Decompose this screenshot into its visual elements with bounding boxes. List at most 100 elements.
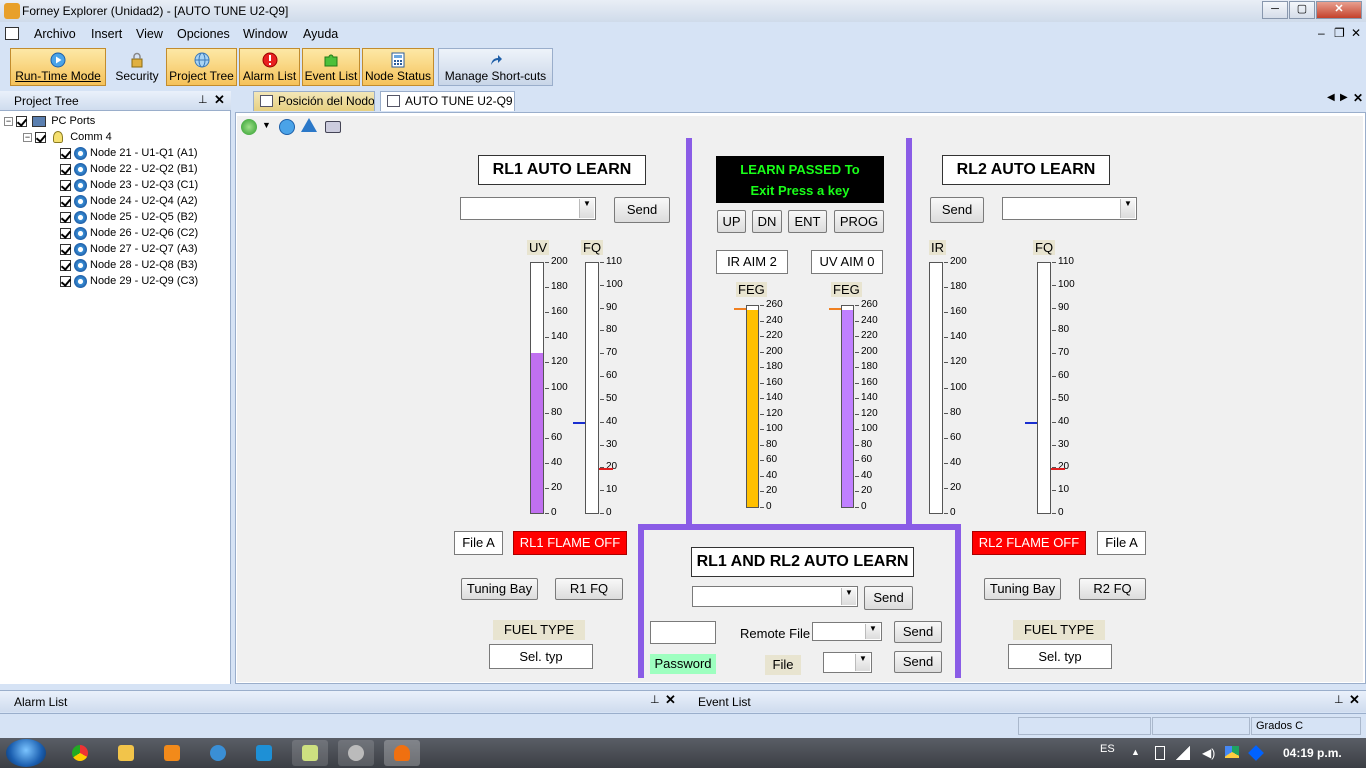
rl1-fuel-type-select[interactable]: Sel. typ bbox=[489, 644, 593, 669]
tree-comm[interactable]: − Comm 4 bbox=[4, 129, 198, 145]
file-select[interactable]: ▼ bbox=[823, 652, 872, 673]
pin-icon[interactable]: ⊥ bbox=[650, 693, 660, 706]
rl1-send-button[interactable]: Send bbox=[614, 197, 670, 223]
menu-insert[interactable]: Insert bbox=[91, 27, 122, 41]
refresh-icon[interactable] bbox=[241, 119, 257, 135]
checkbox[interactable] bbox=[60, 275, 71, 287]
checkbox[interactable] bbox=[60, 211, 71, 223]
rl2-tuning-bay-button[interactable]: Tuning Bay bbox=[984, 578, 1061, 600]
app-taskbar-button[interactable] bbox=[200, 740, 236, 766]
mdi-restore-button[interactable]: ❐ bbox=[1334, 26, 1345, 40]
drive-icon[interactable] bbox=[1225, 746, 1239, 758]
key-ent-button[interactable]: ENT bbox=[788, 210, 827, 233]
app2-taskbar-button[interactable] bbox=[246, 740, 282, 766]
rl2-command-select[interactable]: ▼ bbox=[1002, 197, 1137, 220]
battery-icon[interactable] bbox=[1155, 746, 1165, 760]
rl1-fq-button[interactable]: R1 FQ bbox=[555, 578, 623, 600]
close-icon[interactable]: ✕ bbox=[665, 692, 676, 708]
rl1-tuning-bay-button[interactable]: Tuning Bay bbox=[461, 578, 538, 600]
play-icon[interactable] bbox=[279, 119, 295, 135]
event-list-tab[interactable]: Event List bbox=[698, 695, 751, 709]
checkbox[interactable] bbox=[60, 147, 71, 159]
dropdown-arrow-icon[interactable]: ▼ bbox=[262, 120, 271, 130]
alarm-list-tab[interactable]: Alarm List bbox=[14, 695, 67, 709]
mdi-close-button[interactable]: ✕ bbox=[1351, 26, 1361, 40]
mdi-minimize-button[interactable]: – bbox=[1318, 26, 1325, 40]
security-button[interactable]: Security bbox=[110, 48, 164, 86]
menu-archivo[interactable]: Archivo bbox=[34, 27, 76, 41]
menu-window[interactable]: Window bbox=[243, 27, 287, 41]
maximize-button[interactable]: ▢ bbox=[1289, 1, 1315, 19]
checkbox[interactable] bbox=[60, 195, 71, 207]
rl2-file-box[interactable]: File A bbox=[1097, 531, 1146, 555]
tab-close-icon[interactable]: ✕ bbox=[1353, 91, 1363, 105]
key-up-button[interactable]: UP bbox=[717, 210, 746, 233]
alarm-list-button[interactable]: Alarm List bbox=[239, 48, 300, 86]
combined-command-select[interactable]: ▼ bbox=[692, 586, 858, 607]
checkbox[interactable] bbox=[60, 243, 71, 255]
media-taskbar-button[interactable] bbox=[154, 740, 190, 766]
rl2-fuel-type-select[interactable]: Sel. typ bbox=[1008, 644, 1112, 669]
collapse-icon[interactable]: − bbox=[23, 132, 32, 142]
combined-send-button[interactable]: Send bbox=[864, 586, 913, 610]
close-button[interactable]: ✕ bbox=[1316, 1, 1362, 19]
checkbox[interactable] bbox=[60, 163, 71, 175]
remote-file-send-button[interactable]: Send bbox=[894, 621, 942, 643]
close-panel-icon[interactable]: ✕ bbox=[214, 92, 225, 108]
tab-auto-tune[interactable]: AUTO TUNE U2-Q9 bbox=[380, 91, 515, 111]
rl1-file-box[interactable]: File A bbox=[454, 531, 503, 555]
event-list-button[interactable]: Event List bbox=[302, 48, 360, 86]
tree-node-item[interactable]: Node 28 - U2-Q8 (B3) bbox=[60, 257, 198, 273]
minimize-button[interactable]: ─ bbox=[1262, 1, 1288, 19]
password-input[interactable] bbox=[650, 621, 716, 644]
app3-taskbar-button[interactable] bbox=[292, 740, 328, 766]
key-prog-button[interactable]: PROG bbox=[834, 210, 884, 233]
close-icon[interactable]: ✕ bbox=[1349, 692, 1360, 708]
volume-icon[interactable]: ◀) bbox=[1202, 746, 1215, 760]
paint-taskbar-button[interactable] bbox=[338, 740, 374, 766]
pin-icon[interactable]: ⊥ bbox=[1334, 693, 1344, 706]
remote-file-select[interactable]: ▼ bbox=[812, 622, 882, 641]
project-tree-button[interactable]: Project Tree bbox=[166, 48, 237, 86]
rl1-command-select[interactable]: ▼ bbox=[460, 197, 596, 220]
tree-node-item[interactable]: Node 24 - U2-Q4 (A2) bbox=[60, 193, 198, 209]
manage-shortcuts-button[interactable]: Manage Short-cuts bbox=[438, 48, 553, 86]
tab-scroll-left-icon[interactable]: ◀ bbox=[1327, 92, 1335, 103]
key-dn-button[interactable]: DN bbox=[752, 210, 782, 233]
language-indicator[interactable]: ES bbox=[1100, 743, 1115, 755]
node-status-button[interactable]: Node Status bbox=[362, 48, 434, 86]
menu-view[interactable]: View bbox=[136, 27, 163, 41]
upload-icon[interactable] bbox=[301, 118, 317, 132]
tree-node-item[interactable]: Node 21 - U1-Q1 (A1) bbox=[60, 145, 198, 161]
pin-icon[interactable]: ⊥ bbox=[198, 93, 208, 106]
tree-node-item[interactable]: Node 23 - U2-Q3 (C1) bbox=[60, 177, 198, 193]
tree-node-item[interactable]: Node 27 - U2-Q7 (A3) bbox=[60, 241, 198, 257]
run-time-mode-button[interactable]: Run-Time Mode bbox=[10, 48, 106, 86]
checkbox[interactable] bbox=[60, 259, 71, 271]
tree-node-item[interactable]: Node 29 - U2-Q9 (C3) bbox=[60, 273, 198, 289]
start-button[interactable] bbox=[6, 739, 46, 767]
checkbox[interactable] bbox=[60, 227, 71, 239]
tree-node-item[interactable]: Node 26 - U2-Q6 (C2) bbox=[60, 225, 198, 241]
tab-scroll-right-icon[interactable]: ▶ bbox=[1340, 92, 1348, 103]
rl2-send-button[interactable]: Send bbox=[930, 197, 984, 223]
tray-expand-icon[interactable]: ▲ bbox=[1131, 747, 1140, 757]
checkbox[interactable] bbox=[60, 179, 71, 191]
tab-posicion-del-nodo[interactable]: Posición del Nodo bbox=[253, 91, 375, 111]
menu-ayuda[interactable]: Ayuda bbox=[303, 27, 338, 41]
checkbox[interactable] bbox=[16, 115, 28, 127]
dropbox-icon[interactable] bbox=[1248, 745, 1264, 761]
chrome-taskbar-button[interactable] bbox=[62, 740, 98, 766]
rl2-fq-button[interactable]: R2 FQ bbox=[1079, 578, 1146, 600]
signal-icon[interactable] bbox=[1176, 746, 1190, 760]
tree-root[interactable]: − PC Ports bbox=[4, 113, 198, 129]
tree-node-item[interactable]: Node 22 - U2-Q2 (B1) bbox=[60, 161, 198, 177]
document-menu-icon[interactable] bbox=[5, 27, 19, 40]
checkbox[interactable] bbox=[35, 131, 47, 143]
collapse-icon[interactable]: − bbox=[4, 116, 13, 126]
print-icon[interactable] bbox=[325, 121, 341, 133]
forney-taskbar-button[interactable] bbox=[384, 740, 420, 766]
menu-opciones[interactable]: Opciones bbox=[177, 27, 230, 41]
tree-node-item[interactable]: Node 25 - U2-Q5 (B2) bbox=[60, 209, 198, 225]
explorer-taskbar-button[interactable] bbox=[108, 740, 144, 766]
